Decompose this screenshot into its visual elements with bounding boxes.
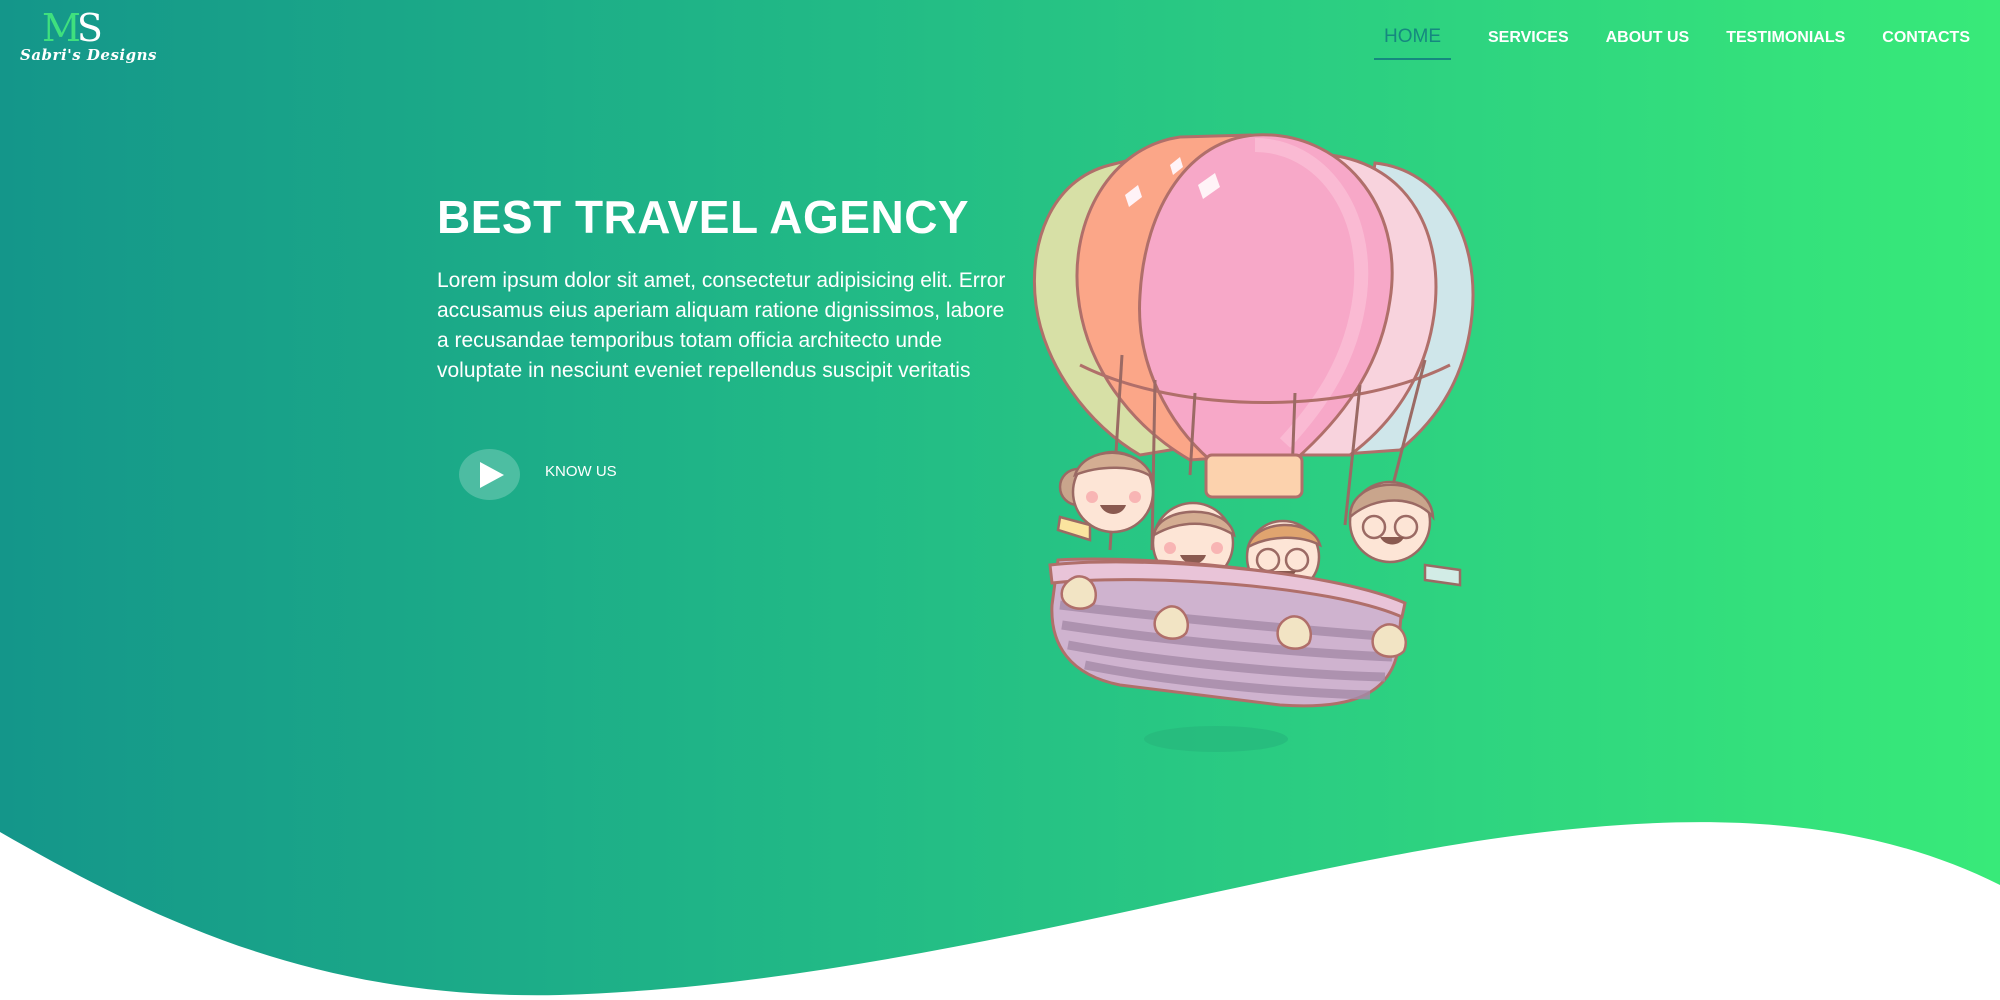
- nav-item-home[interactable]: HOME: [1374, 20, 1451, 60]
- nav-item-contacts[interactable]: CONTACTS: [1882, 20, 1970, 52]
- logo-mark-m: M: [42, 6, 81, 50]
- nav-item-services[interactable]: SERVICES: [1488, 20, 1569, 52]
- know-us-link[interactable]: KNOW US: [545, 463, 617, 480]
- hero-title: BEST TRAVEL AGENCY: [437, 191, 970, 243]
- main-nav: HOME SERVICES ABOUT US TESTIMONIALS CONT…: [1337, 20, 1970, 62]
- logo-text: Sabri's Designs: [20, 46, 157, 64]
- logo-mark: MS: [42, 6, 103, 50]
- play-icon: [480, 462, 504, 488]
- hero-paragraph: Lorem ipsum dolor sit amet, consectetur …: [437, 269, 1006, 382]
- nav-item-testimonials[interactable]: TESTIMONIALS: [1726, 20, 1845, 52]
- nav-item-about-us[interactable]: ABOUT US: [1606, 20, 1690, 52]
- play-button[interactable]: [459, 449, 520, 500]
- bottom-wave: [0, 822, 2000, 1000]
- logo-mark-s: S: [76, 6, 103, 50]
- hero-section: MS Sabri's Designs HOME SERVICES ABOUT U…: [0, 0, 2000, 1000]
- logo[interactable]: MS Sabri's Designs: [18, 6, 156, 66]
- hot-air-balloon-illustration: [1032, 133, 1475, 752]
